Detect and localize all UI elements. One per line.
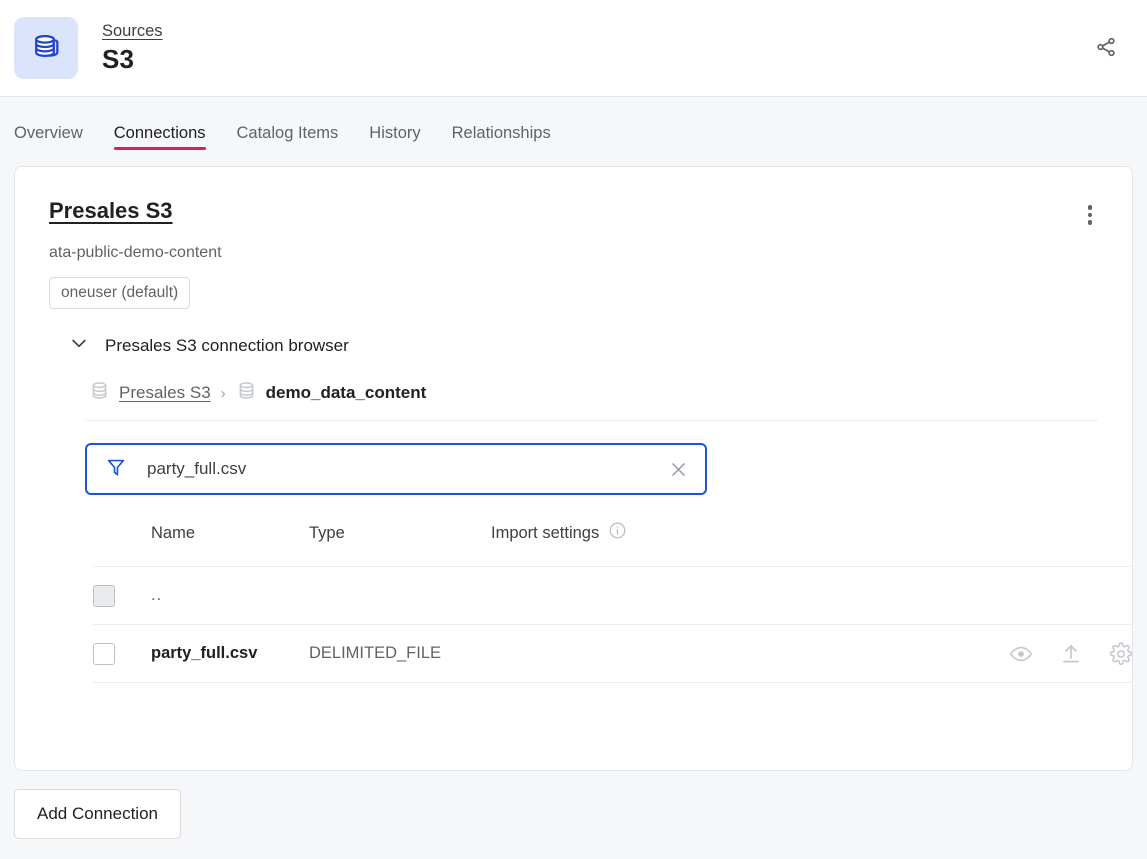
kebab-menu-icon	[1088, 205, 1093, 210]
row-select-cell	[93, 585, 151, 607]
kebab-menu-icon	[1088, 213, 1093, 218]
tab-relationships[interactable]: Relationships	[452, 124, 551, 155]
credential-chip: oneuser (default)	[49, 277, 190, 309]
breadcrumb-root-link[interactable]: Presales S3	[119, 383, 211, 403]
table-header-name: Name	[151, 524, 309, 543]
tab-history[interactable]: History	[369, 124, 420, 155]
row-name: ..	[151, 586, 309, 605]
tab-catalog-items[interactable]: Catalog Items	[237, 124, 339, 155]
row-actions	[983, 642, 1133, 666]
table-header-type: Type	[309, 524, 491, 543]
filter-icon	[105, 456, 127, 483]
eye-icon[interactable]	[1009, 642, 1033, 666]
row-checkbox-disabled	[93, 585, 115, 607]
info-icon[interactable]	[608, 521, 627, 545]
gear-icon[interactable]	[1109, 642, 1133, 666]
source-type-badge	[14, 17, 78, 79]
filter-input[interactable]	[145, 458, 665, 480]
breadcrumb-separator: ›	[221, 385, 226, 402]
connection-title-link[interactable]: Presales S3	[49, 197, 173, 225]
row-type: DELIMITED_FILE	[309, 644, 491, 663]
table-row[interactable]: ..	[93, 567, 1133, 625]
tab-connections[interactable]: Connections	[114, 124, 206, 155]
connection-subtitle: ata-public-demo-content	[49, 243, 1098, 263]
breadcrumb-current: demo_data_content	[266, 383, 427, 403]
filter-input-wrapper[interactable]	[85, 443, 707, 495]
connection-menu-button[interactable]	[1076, 201, 1104, 229]
upload-icon[interactable]	[1059, 642, 1083, 666]
connection-browser-accordion[interactable]: Presales S3 connection browser	[69, 333, 1098, 358]
breadcrumb-sources-link[interactable]: Sources	[102, 21, 163, 41]
database-icon	[89, 380, 110, 406]
filter-clear-button[interactable]	[665, 456, 691, 482]
database-icon	[236, 380, 257, 406]
table-header-row: Name Type Import settings	[93, 521, 1133, 567]
connection-card: Presales S3 ata-public-demo-content oneu…	[14, 166, 1133, 771]
share-button[interactable]	[1087, 30, 1125, 68]
tab-overview[interactable]: Overview	[14, 124, 83, 155]
connection-browser: Presales S3 › demo_data_content	[85, 380, 1098, 683]
card-footer: Add Connection	[0, 771, 1147, 839]
table-row[interactable]: party_full.csv DELIMITED_FILE	[93, 625, 1133, 683]
share-icon	[1094, 35, 1118, 64]
table-header-import-settings-label: Import settings	[491, 524, 599, 543]
row-checkbox[interactable]	[93, 643, 115, 665]
page-header: Sources S3	[0, 0, 1147, 97]
tab-bar: Overview Connections Catalog Items Histo…	[0, 97, 1147, 155]
browser-breadcrumb: Presales S3 › demo_data_content	[85, 380, 1098, 421]
header-titles: Sources S3	[102, 21, 163, 75]
row-name: party_full.csv	[151, 644, 309, 663]
table-header-import-settings: Import settings	[491, 521, 983, 545]
add-connection-button[interactable]: Add Connection	[14, 789, 181, 839]
page-title: S3	[102, 43, 163, 75]
kebab-menu-icon	[1088, 220, 1093, 225]
database-stack-icon	[29, 29, 63, 68]
connection-browser-accordion-label: Presales S3 connection browser	[105, 335, 349, 357]
browser-table: Name Type Import settings	[93, 521, 1133, 683]
row-select-cell	[93, 643, 151, 665]
chevron-down-icon	[69, 333, 89, 358]
